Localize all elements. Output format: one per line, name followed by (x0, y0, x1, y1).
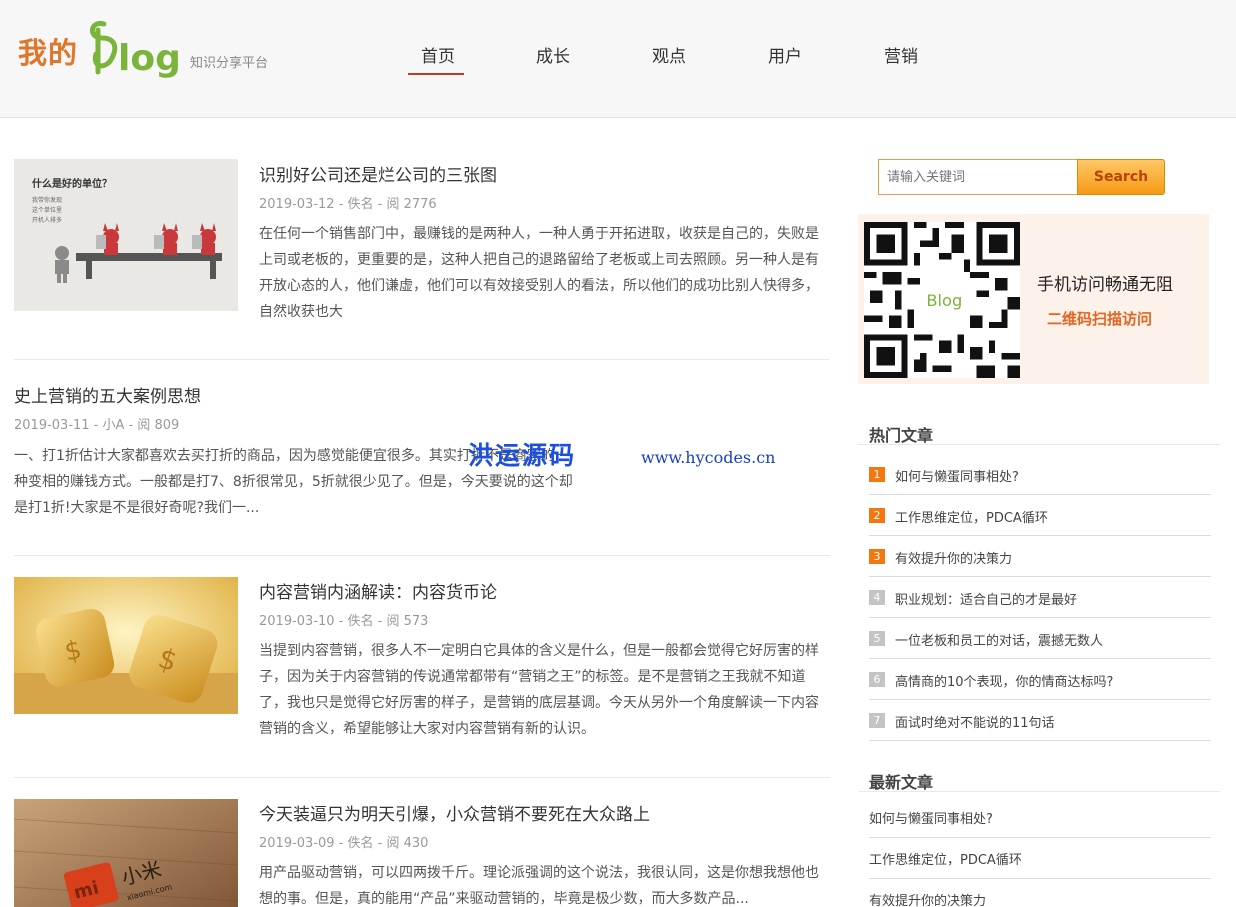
hot-article-item[interactable]: 3 有效提升你的决策力 (869, 536, 1211, 577)
post-meta: 2019-03-11 - 小A - 阅 809 (14, 418, 180, 433)
hot-article-label: 面试时绝对不能说的11句话 (895, 716, 1055, 731)
golden-dice-image: $ $ (14, 577, 238, 714)
hot-article-item[interactable]: 7 面试时绝对不能说的11句话 (869, 700, 1211, 741)
nav-viewpoint[interactable]: 观点 (629, 42, 709, 67)
thumb-caption: 什么是好的单位？ (32, 177, 112, 190)
list-item: $ $ 内容营销内涵解读：内容货币论 2019-03-10 - 佚名 - 阅 5… (14, 556, 830, 778)
latest-article-label: 有效提升你的决策力 (869, 894, 987, 907)
post-thumbnail[interactable]: $ $ (14, 577, 238, 714)
search-button[interactable]: Search (1077, 159, 1165, 195)
watermark-text: 洪运源码 (468, 441, 577, 470)
post-meta: 2019-03-12 - 佚名 - 阅 2776 (259, 197, 437, 212)
svg-text:Blog: Blog (926, 291, 962, 310)
office-illustration-image: 什么是好的单位？ 我带你发现 这个单位里 开机人排多 (32, 177, 222, 283)
hot-article-item[interactable]: 4 职业规划：适合自己的才是最好 (869, 577, 1211, 618)
nav-users[interactable]: 用户 (745, 42, 825, 67)
hot-article-label: 职业规划：适合自己的才是最好 (895, 593, 1078, 608)
latest-article-label: 如何与懒蛋同事相处? (869, 812, 993, 827)
rank-badge: 1 (869, 467, 885, 482)
latest-article-item[interactable]: 如何与懒蛋同事相处? (869, 797, 1211, 838)
section-divider (858, 791, 1220, 792)
qr-subcaption: 二维码扫描访问 (1047, 310, 1153, 328)
list-item: mi 小米 xiaomi.com 今天装逼只为明天引爆，小众营销不要死在大众路上… (14, 778, 830, 907)
svg-text:这个单位里: 这个单位里 (32, 206, 62, 214)
hot-article-item[interactable]: 6 高情商的10个表现，你的情商达标吗? (869, 659, 1211, 700)
latest-article-item[interactable]: 工作思维定位，PDCA循环 (869, 838, 1211, 879)
post-title[interactable]: 今天装逼只为明天引爆，小众营销不要死在大众路上 (259, 800, 650, 825)
rank-badge: 5 (869, 631, 885, 646)
svg-text:开机人排多: 开机人排多 (32, 216, 62, 224)
hot-articles-title: 热门文章 (869, 426, 934, 445)
hot-article-item[interactable]: 2 工作思维定位，PDCA循环 (869, 495, 1211, 536)
qr-caption: 手机访问畅通无阻 (1037, 275, 1173, 295)
hot-article-label: 如何与懒蛋同事相处? (895, 470, 1019, 485)
latest-articles-title: 最新文章 (869, 773, 934, 792)
hot-article-item[interactable]: 1 如何与懒蛋同事相处? (869, 454, 1211, 495)
post-title[interactable]: 内容营销内涵解读：内容货币论 (259, 578, 497, 603)
rank-badge: 2 (869, 508, 885, 523)
hot-article-label: 高情商的10个表现，你的情商达标吗? (895, 675, 1114, 690)
post-excerpt: 当提到内容营销，很多人不一定明白它具体的含义是什么，但是一般都会觉得它好厉害的样… (259, 643, 819, 737)
svg-text:我带你发现: 我带你发现 (32, 196, 62, 204)
search-input[interactable] (878, 159, 1078, 195)
hot-article-label: 有效提升你的决策力 (895, 552, 1013, 567)
qr-code-image[interactable]: Blog (864, 222, 1020, 378)
post-excerpt: 在任何一个销售部门中，最赚钱的是两种人，一种人勇于开拓进取，收获是自己的，失败是… (259, 226, 819, 320)
list-item: 什么是好的单位？ 我带你发现 这个单位里 开机人排多 识别好公司还是烂公司的三张… (14, 159, 830, 360)
watermark-url: www.hycodes.cn (641, 448, 776, 467)
rank-badge: 7 (869, 713, 885, 728)
post-excerpt: 用产品驱动营销，可以四两拨千斤。理论派强调的这个说法，我很认同，这是你想我想他也… (259, 865, 819, 907)
section-divider (858, 444, 1220, 445)
logo-chinese-text: 我的 (18, 36, 79, 70)
qr-panel: Blog 手机访问畅通无阻 二维码扫描访问 (858, 214, 1209, 384)
post-title[interactable]: 识别好公司还是烂公司的三张图 (259, 161, 497, 186)
post-title[interactable]: 史上营销的五大案例思想 (14, 382, 201, 407)
hot-article-label: 工作思维定位，PDCA循环 (895, 511, 1048, 526)
hot-article-item[interactable]: 5 一位老板和员工的对话，震撼无数人 (869, 618, 1211, 659)
svg-text:log: log (118, 38, 181, 78)
rank-badge: 6 (869, 672, 885, 687)
rank-badge: 4 (869, 590, 885, 605)
rank-badge: 3 (869, 549, 885, 564)
blog-wordmark-logo: log (90, 20, 181, 78)
post-meta: 2019-03-10 - 佚名 - 阅 573 (259, 614, 429, 629)
post-thumbnail[interactable]: 什么是好的单位？ 我带你发现 这个单位里 开机人排多 (14, 159, 238, 311)
site-header: 我的 log 知识分享平台 首页 成长 观点 用户 营销 (0, 0, 1236, 118)
nav-growth[interactable]: 成长 (513, 42, 593, 67)
latest-article-label: 工作思维定位，PDCA循环 (869, 853, 1022, 868)
post-meta: 2019-03-09 - 佚名 - 阅 430 (259, 836, 429, 851)
nav-home[interactable]: 首页 (398, 42, 478, 75)
nav-marketing[interactable]: 营销 (861, 42, 941, 67)
site-tagline: 知识分享平台 (190, 56, 269, 71)
xiaomi-wood-logo-image: mi 小米 xiaomi.com (14, 799, 238, 907)
latest-article-item[interactable]: 有效提升你的决策力 (869, 879, 1211, 907)
hot-article-label: 一位老板和员工的对话，震撼无数人 (895, 634, 1104, 649)
post-thumbnail[interactable]: mi 小米 xiaomi.com (14, 799, 238, 907)
site-logo[interactable]: 我的 log 知识分享平台 (18, 16, 278, 78)
